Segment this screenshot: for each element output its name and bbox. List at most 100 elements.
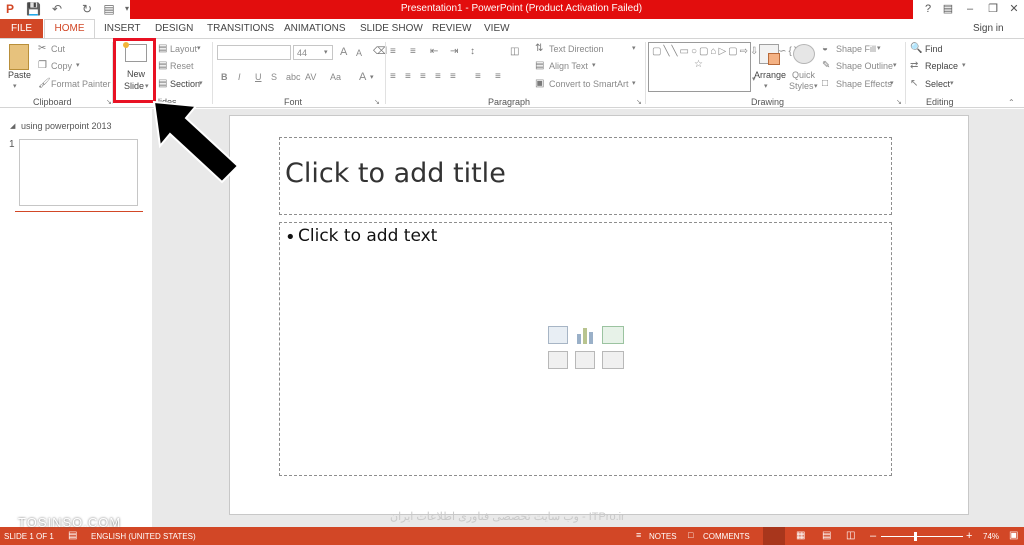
copy-button[interactable]: Copy (51, 61, 72, 71)
tab-home[interactable]: HOME (44, 19, 95, 39)
underline-button[interactable]: U (255, 72, 262, 82)
tab-animations[interactable]: ANIMATIONS (284, 23, 345, 34)
spell-check-icon[interactable]: ▤ (68, 530, 77, 541)
layout-dropdown-icon[interactable]: ▾ (197, 43, 201, 55)
grow-font-button[interactable]: A (340, 46, 347, 58)
insert-video-icon[interactable] (602, 351, 624, 369)
insert-smartart-icon[interactable] (602, 326, 624, 344)
layout-button[interactable]: Layout (170, 44, 197, 54)
shadow-button[interactable]: abc (286, 72, 301, 82)
insert-pictures-icon[interactable] (548, 351, 568, 369)
align-text-button[interactable]: Align Text (549, 61, 588, 71)
convert-smartart-button[interactable]: Convert to SmartArt (549, 79, 629, 89)
ribbon-display-options-icon[interactable]: ▤ (940, 2, 956, 16)
strikethrough-button[interactable]: S (271, 72, 277, 82)
zoom-in-icon[interactable]: + (966, 530, 972, 542)
restore-icon[interactable]: ❐ (985, 2, 1001, 16)
insert-chart-icon[interactable] (575, 326, 595, 344)
italic-button[interactable]: I (238, 72, 241, 82)
align-text-dropdown-icon[interactable]: ▾ (592, 60, 596, 72)
tab-file[interactable]: FILE (0, 19, 43, 38)
reading-view-icon[interactable]: ▤ (822, 530, 831, 541)
increase-indent-icon[interactable]: ⇥ (450, 46, 458, 58)
copy-dropdown-icon[interactable]: ▾ (76, 60, 80, 72)
numbering-icon[interactable]: ≡ (410, 46, 416, 58)
quick-styles-dropdown-icon[interactable]: ▾ (814, 81, 818, 93)
minimize-icon[interactable]: – (962, 2, 978, 16)
format-painter-button[interactable]: Format Painter (51, 79, 111, 89)
rtl-icon[interactable]: ≡ (475, 71, 481, 83)
decrease-indent-icon[interactable]: ⇤ (430, 46, 438, 58)
close-icon[interactable]: ✕ (1006, 2, 1022, 16)
zoom-out-icon[interactable]: – (870, 530, 876, 542)
replace-dropdown-icon[interactable]: ▾ (962, 60, 966, 72)
normal-view-button[interactable] (763, 527, 785, 545)
drawing-launcher-icon[interactable]: ↘ (896, 97, 902, 109)
select-dropdown-icon[interactable]: ▾ (950, 78, 954, 90)
tab-view[interactable]: VIEW (484, 23, 510, 34)
font-launcher-icon[interactable]: ↘ (374, 97, 380, 109)
section-button[interactable]: Section (170, 79, 200, 89)
tab-insert[interactable]: INSERT (104, 23, 141, 34)
shrink-font-button[interactable]: A (356, 48, 362, 58)
paragraph-launcher-icon[interactable]: ↘ (636, 97, 642, 109)
arrange-button[interactable]: Arrange (754, 70, 786, 80)
comments-button[interactable]: COMMENTS (703, 532, 750, 541)
select-button[interactable]: Select (925, 79, 950, 89)
notes-button[interactable]: NOTES (649, 532, 677, 541)
slide-thumbnail[interactable] (19, 139, 138, 206)
slide[interactable]: Click to add title • Click to add text (229, 115, 969, 515)
collapse-ribbon-icon[interactable]: ⌃ (1008, 97, 1015, 109)
fit-to-window-icon[interactable]: ▣ (1009, 530, 1018, 541)
paste-dropdown-icon[interactable]: ▾ (13, 81, 17, 93)
content-placeholder[interactable]: • Click to add text (279, 222, 892, 476)
insert-table-icon[interactable] (548, 326, 568, 344)
line-spacing-icon[interactable]: ↕ (470, 46, 475, 58)
font-name-combobox[interactable] (217, 45, 291, 60)
shape-outline-button[interactable]: Shape Outline (836, 61, 893, 71)
tab-design[interactable]: DESIGN (155, 23, 193, 34)
tab-review[interactable]: REVIEW (432, 23, 471, 34)
start-from-beginning-icon[interactable]: ▤ (102, 2, 116, 16)
quick-styles-label-1[interactable]: Quick (792, 70, 815, 80)
section-header[interactable]: using powerpoint 2013 (21, 121, 112, 131)
slide-show-view-icon[interactable]: ◫ (846, 530, 855, 541)
text-direction-dropdown-icon[interactable]: ▾ (632, 43, 636, 55)
character-spacing-button[interactable]: AV (305, 72, 316, 82)
sign-in-link[interactable]: Sign in (973, 23, 1004, 34)
align-right-icon[interactable]: ≡ (420, 71, 426, 83)
language-indicator[interactable]: ENGLISH (UNITED STATES) (91, 532, 196, 541)
distributed-icon[interactable]: ≡ (450, 71, 456, 83)
shape-outline-dropdown-icon[interactable]: ▾ (893, 60, 897, 72)
smartart-dropdown-icon[interactable]: ▾ (632, 78, 636, 90)
justify-icon[interactable]: ≡ (435, 71, 441, 83)
zoom-slider-thumb[interactable] (914, 532, 917, 541)
redo-icon[interactable]: ↻ (80, 2, 94, 16)
bold-button[interactable]: B (221, 72, 228, 82)
slide-sorter-view-icon[interactable]: ▦ (796, 530, 805, 541)
title-placeholder[interactable]: Click to add title (279, 137, 892, 215)
collapse-section-icon[interactable]: ◢ (10, 122, 15, 130)
tab-transitions[interactable]: TRANSITIONS (207, 23, 274, 34)
online-pictures-icon[interactable] (575, 351, 595, 369)
align-left-icon[interactable]: ≡ (390, 71, 396, 83)
replace-button[interactable]: Replace (925, 61, 958, 71)
paste-button[interactable]: Paste (8, 70, 31, 80)
shape-fill-dropdown-icon[interactable]: ▾ (877, 43, 881, 55)
zoom-slider[interactable] (881, 536, 963, 537)
shape-effects-dropdown-icon[interactable]: ▾ (890, 78, 894, 90)
paste-icon[interactable] (9, 44, 29, 70)
font-color-dropdown-icon[interactable]: ▾ (370, 72, 374, 84)
save-icon[interactable]: 💾 (26, 2, 41, 16)
slide-count[interactable]: SLIDE 1 OF 1 (4, 532, 54, 541)
bullets-icon[interactable]: ≡ (390, 46, 396, 58)
font-color-button[interactable]: A (359, 71, 366, 83)
quick-styles-label-2[interactable]: Styles (789, 81, 814, 91)
section-dropdown-icon[interactable]: ▾ (199, 78, 203, 90)
shape-effects-button[interactable]: Shape Effects (836, 79, 892, 89)
reset-button[interactable]: Reset (170, 61, 194, 71)
columns-icon[interactable]: ◫ (510, 46, 519, 58)
help-icon[interactable]: ? (920, 2, 936, 16)
cut-button[interactable]: Cut (51, 44, 65, 54)
undo-icon[interactable]: ↶ (50, 2, 64, 16)
